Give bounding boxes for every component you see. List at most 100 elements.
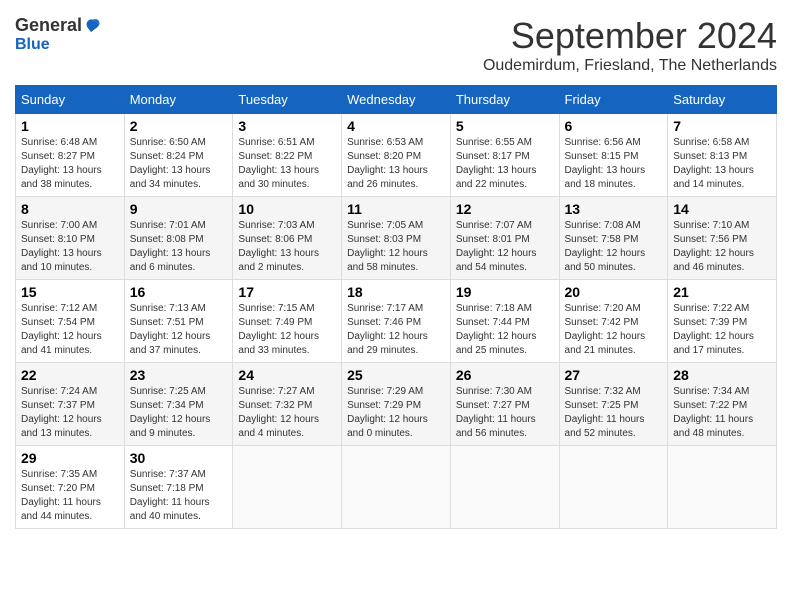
col-header-tuesday: Tuesday	[233, 86, 342, 114]
day-detail: Sunrise: 7:03 AMSunset: 8:06 PMDaylight:…	[238, 220, 319, 273]
calendar-cell: 20 Sunrise: 7:20 AMSunset: 7:42 PMDaylig…	[559, 280, 668, 363]
day-number: 6	[565, 118, 663, 134]
location-subtitle: Oudemirdum, Friesland, The Netherlands	[483, 57, 777, 75]
calendar-cell: 29 Sunrise: 7:35 AMSunset: 7:20 PMDaylig…	[16, 446, 125, 529]
day-detail: Sunrise: 6:51 AMSunset: 8:22 PMDaylight:…	[238, 137, 319, 190]
calendar-cell: 28 Sunrise: 7:34 AMSunset: 7:22 PMDaylig…	[668, 363, 777, 446]
day-number: 8	[21, 201, 119, 217]
day-detail: Sunrise: 7:07 AMSunset: 8:01 PMDaylight:…	[456, 220, 537, 273]
logo-bird-icon	[84, 17, 102, 35]
calendar-cell: 18 Sunrise: 7:17 AMSunset: 7:46 PMDaylig…	[342, 280, 451, 363]
calendar-cell: 21 Sunrise: 7:22 AMSunset: 7:39 PMDaylig…	[668, 280, 777, 363]
day-number: 13	[565, 201, 663, 217]
calendar-cell	[559, 446, 668, 529]
day-number: 4	[347, 118, 445, 134]
calendar-cell: 4 Sunrise: 6:53 AMSunset: 8:20 PMDayligh…	[342, 114, 451, 197]
calendar-week-row: 22 Sunrise: 7:24 AMSunset: 7:37 PMDaylig…	[16, 363, 777, 446]
logo-general: General	[15, 15, 82, 36]
calendar-cell: 25 Sunrise: 7:29 AMSunset: 7:29 PMDaylig…	[342, 363, 451, 446]
day-detail: Sunrise: 7:32 AMSunset: 7:25 PMDaylight:…	[565, 386, 645, 439]
day-number: 10	[238, 201, 336, 217]
day-detail: Sunrise: 6:56 AMSunset: 8:15 PMDaylight:…	[565, 137, 646, 190]
calendar-cell: 9 Sunrise: 7:01 AMSunset: 8:08 PMDayligh…	[124, 197, 233, 280]
calendar-cell: 23 Sunrise: 7:25 AMSunset: 7:34 PMDaylig…	[124, 363, 233, 446]
calendar-cell: 12 Sunrise: 7:07 AMSunset: 8:01 PMDaylig…	[450, 197, 559, 280]
day-number: 9	[130, 201, 228, 217]
day-detail: Sunrise: 7:15 AMSunset: 7:49 PMDaylight:…	[238, 303, 319, 356]
col-header-monday: Monday	[124, 86, 233, 114]
day-number: 5	[456, 118, 554, 134]
day-detail: Sunrise: 6:50 AMSunset: 8:24 PMDaylight:…	[130, 137, 211, 190]
calendar-week-row: 1 Sunrise: 6:48 AMSunset: 8:27 PMDayligh…	[16, 114, 777, 197]
day-number: 19	[456, 284, 554, 300]
day-detail: Sunrise: 7:24 AMSunset: 7:37 PMDaylight:…	[21, 386, 102, 439]
calendar-cell: 24 Sunrise: 7:27 AMSunset: 7:32 PMDaylig…	[233, 363, 342, 446]
calendar-header-row: SundayMondayTuesdayWednesdayThursdayFrid…	[16, 86, 777, 114]
calendar-cell: 26 Sunrise: 7:30 AMSunset: 7:27 PMDaylig…	[450, 363, 559, 446]
day-number: 16	[130, 284, 228, 300]
day-number: 23	[130, 367, 228, 383]
calendar-cell: 3 Sunrise: 6:51 AMSunset: 8:22 PMDayligh…	[233, 114, 342, 197]
day-detail: Sunrise: 7:25 AMSunset: 7:34 PMDaylight:…	[130, 386, 211, 439]
calendar-cell: 2 Sunrise: 6:50 AMSunset: 8:24 PMDayligh…	[124, 114, 233, 197]
calendar-cell: 30 Sunrise: 7:37 AMSunset: 7:18 PMDaylig…	[124, 446, 233, 529]
calendar-cell	[668, 446, 777, 529]
day-detail: Sunrise: 7:10 AMSunset: 7:56 PMDaylight:…	[673, 220, 754, 273]
month-title: September 2024	[483, 15, 777, 57]
col-header-thursday: Thursday	[450, 86, 559, 114]
day-number: 20	[565, 284, 663, 300]
day-number: 21	[673, 284, 771, 300]
day-detail: Sunrise: 6:55 AMSunset: 8:17 PMDaylight:…	[456, 137, 537, 190]
day-number: 1	[21, 118, 119, 134]
day-detail: Sunrise: 7:13 AMSunset: 7:51 PMDaylight:…	[130, 303, 211, 356]
col-header-friday: Friday	[559, 86, 668, 114]
day-detail: Sunrise: 7:30 AMSunset: 7:27 PMDaylight:…	[456, 386, 536, 439]
day-detail: Sunrise: 7:17 AMSunset: 7:46 PMDaylight:…	[347, 303, 428, 356]
col-header-sunday: Sunday	[16, 86, 125, 114]
day-number: 28	[673, 367, 771, 383]
calendar-body: 1 Sunrise: 6:48 AMSunset: 8:27 PMDayligh…	[16, 114, 777, 529]
day-number: 2	[130, 118, 228, 134]
day-detail: Sunrise: 6:58 AMSunset: 8:13 PMDaylight:…	[673, 137, 754, 190]
day-number: 22	[21, 367, 119, 383]
calendar-cell: 14 Sunrise: 7:10 AMSunset: 7:56 PMDaylig…	[668, 197, 777, 280]
calendar-cell	[342, 446, 451, 529]
calendar-week-row: 15 Sunrise: 7:12 AMSunset: 7:54 PMDaylig…	[16, 280, 777, 363]
day-number: 25	[347, 367, 445, 383]
day-detail: Sunrise: 7:34 AMSunset: 7:22 PMDaylight:…	[673, 386, 753, 439]
day-number: 18	[347, 284, 445, 300]
page-header: General Blue September 2024 Oudemirdum, …	[15, 15, 777, 75]
day-detail: Sunrise: 7:35 AMSunset: 7:20 PMDaylight:…	[21, 469, 101, 522]
day-detail: Sunrise: 7:08 AMSunset: 7:58 PMDaylight:…	[565, 220, 646, 273]
day-detail: Sunrise: 7:00 AMSunset: 8:10 PMDaylight:…	[21, 220, 102, 273]
day-detail: Sunrise: 7:12 AMSunset: 7:54 PMDaylight:…	[21, 303, 102, 356]
day-detail: Sunrise: 6:53 AMSunset: 8:20 PMDaylight:…	[347, 137, 428, 190]
day-number: 12	[456, 201, 554, 217]
day-number: 15	[21, 284, 119, 300]
day-detail: Sunrise: 7:29 AMSunset: 7:29 PMDaylight:…	[347, 386, 428, 439]
day-number: 14	[673, 201, 771, 217]
calendar-cell: 17 Sunrise: 7:15 AMSunset: 7:49 PMDaylig…	[233, 280, 342, 363]
col-header-saturday: Saturday	[668, 86, 777, 114]
day-number: 30	[130, 450, 228, 466]
calendar-cell: 11 Sunrise: 7:05 AMSunset: 8:03 PMDaylig…	[342, 197, 451, 280]
day-number: 7	[673, 118, 771, 134]
calendar-cell: 5 Sunrise: 6:55 AMSunset: 8:17 PMDayligh…	[450, 114, 559, 197]
calendar-table: SundayMondayTuesdayWednesdayThursdayFrid…	[15, 85, 777, 529]
day-number: 17	[238, 284, 336, 300]
day-detail: Sunrise: 7:37 AMSunset: 7:18 PMDaylight:…	[130, 469, 210, 522]
calendar-cell: 6 Sunrise: 6:56 AMSunset: 8:15 PMDayligh…	[559, 114, 668, 197]
col-header-wednesday: Wednesday	[342, 86, 451, 114]
day-number: 3	[238, 118, 336, 134]
calendar-cell: 15 Sunrise: 7:12 AMSunset: 7:54 PMDaylig…	[16, 280, 125, 363]
calendar-cell: 1 Sunrise: 6:48 AMSunset: 8:27 PMDayligh…	[16, 114, 125, 197]
day-number: 24	[238, 367, 336, 383]
day-number: 29	[21, 450, 119, 466]
calendar-cell	[450, 446, 559, 529]
calendar-cell: 27 Sunrise: 7:32 AMSunset: 7:25 PMDaylig…	[559, 363, 668, 446]
day-detail: Sunrise: 6:48 AMSunset: 8:27 PMDaylight:…	[21, 137, 102, 190]
day-detail: Sunrise: 7:22 AMSunset: 7:39 PMDaylight:…	[673, 303, 754, 356]
day-number: 11	[347, 201, 445, 217]
day-detail: Sunrise: 7:20 AMSunset: 7:42 PMDaylight:…	[565, 303, 646, 356]
logo: General Blue	[15, 15, 102, 54]
